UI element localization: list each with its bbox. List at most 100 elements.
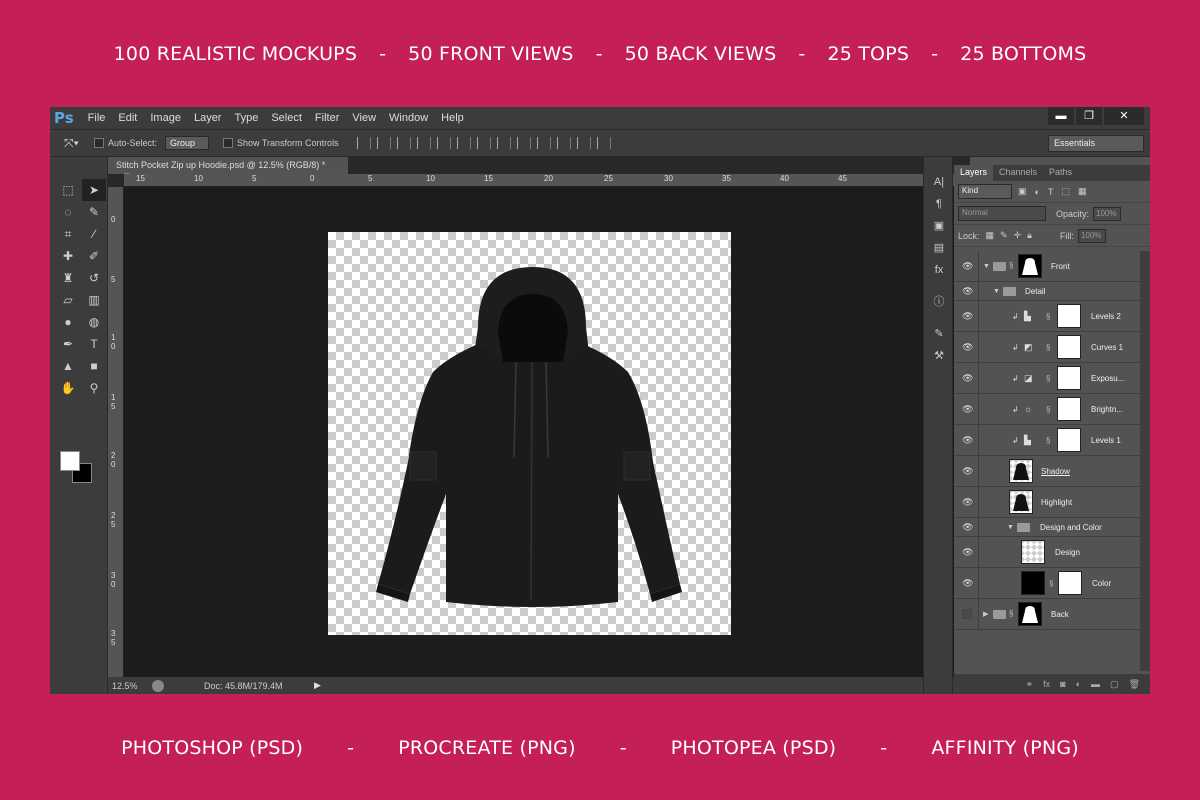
menu-layer[interactable]: Layer (194, 112, 222, 124)
layer-design[interactable]: 👁︎ Design (954, 537, 1140, 568)
align-hcenter-icon[interactable] (436, 137, 451, 149)
distribute-vcenter-icon[interactable] (496, 137, 511, 149)
zoom-level[interactable]: 12.5% (112, 681, 152, 691)
layer-group-front[interactable]: 👁︎ ▼ § Front (954, 251, 1140, 282)
visibility-eye-icon[interactable]: 👁︎ (962, 311, 973, 322)
distribute-top-icon[interactable] (476, 137, 491, 149)
move-tool-preset-icon[interactable]: ⤧▾ (64, 136, 94, 151)
blend-mode-dropdown[interactable]: Normal (958, 206, 1046, 221)
layer-levels-1[interactable]: 👁︎ ↲ ▙ § Levels 1 (954, 425, 1140, 456)
visibility-eye-icon[interactable]: 👁︎ (962, 578, 973, 589)
visibility-eye-icon[interactable]: 👁︎ (962, 522, 973, 533)
adjustments-panel-icon[interactable]: ▤ (924, 237, 954, 259)
healing-tool-icon[interactable]: ✚ (56, 245, 80, 267)
fill-input[interactable]: 100% (1077, 228, 1106, 243)
menu-window[interactable]: Window (389, 112, 428, 124)
filter-shape-icon[interactable]: ⬚ (1061, 186, 1070, 197)
fx-icon[interactable]: fx (1043, 679, 1050, 689)
lock-image-icon[interactable]: ✎ (1000, 230, 1008, 241)
layer-group-back[interactable]: ▶ § Back (954, 599, 1140, 630)
menu-file[interactable]: File (88, 112, 106, 124)
new-group-icon[interactable]: ▬ (1091, 679, 1100, 689)
visibility-eye-icon[interactable]: 👁︎ (962, 497, 973, 508)
align-left-icon[interactable] (416, 137, 431, 149)
shape-tool-icon[interactable]: ■ (82, 355, 106, 377)
paragraph-panel-icon[interactable]: ¶ (924, 193, 954, 215)
layer-brightness[interactable]: 👁︎ ↲ ☼ § Brightn... (954, 394, 1140, 425)
3d-panel-icon[interactable]: ▣ (924, 215, 954, 237)
quick-select-tool-icon[interactable]: ✎ (82, 201, 106, 223)
move-tool-icon[interactable]: ➤ (82, 179, 106, 201)
auto-align-icon[interactable] (596, 137, 611, 149)
menu-edit[interactable]: Edit (118, 112, 137, 124)
distribute-hcenter-icon[interactable] (556, 137, 571, 149)
stamp-tool-icon[interactable]: ♜ (56, 267, 80, 289)
path-select-tool-icon[interactable]: ▲ (56, 355, 80, 377)
menu-type[interactable]: Type (234, 112, 258, 124)
visibility-eye-icon[interactable]: 👁︎ (962, 373, 973, 384)
layer-exposure[interactable]: 👁︎ ↲ ◪ § Exposu... (954, 363, 1140, 394)
expand-triangle-icon[interactable]: ▼ (1007, 524, 1014, 531)
distribute-bottom-icon[interactable] (516, 137, 531, 149)
lock-transparent-icon[interactable]: ▦ (986, 230, 995, 241)
align-vcenter-icon[interactable] (376, 137, 391, 149)
add-mask-icon[interactable]: ◙ (1060, 679, 1065, 689)
tool-presets-icon[interactable]: ⚒ (924, 345, 954, 367)
gradient-tool-icon[interactable]: ▥ (82, 289, 106, 311)
layer-shadow[interactable]: 👁︎ Shadow (954, 456, 1140, 487)
layer-color[interactable]: 👁︎ § Color (954, 568, 1140, 599)
filter-type-icon[interactable]: T (1048, 187, 1054, 197)
hand-tool-icon[interactable]: ✋ (56, 377, 80, 399)
document-tab[interactable]: Stitch Pocket Zip up Hoodie.psd @ 12.5% … (108, 157, 348, 180)
distribute-right-icon[interactable] (576, 137, 591, 149)
visibility-toggle-off[interactable] (962, 609, 972, 619)
minimize-button[interactable]: ▬ (1048, 107, 1074, 125)
styles-panel-icon[interactable]: fx (924, 259, 954, 281)
pen-tool-icon[interactable]: ✒ (56, 333, 80, 355)
menu-filter[interactable]: Filter (315, 112, 339, 124)
distribute-left-icon[interactable] (536, 137, 551, 149)
lock-all-icon[interactable]: 🔒︎ (1027, 230, 1032, 241)
visibility-eye-icon[interactable]: 👁︎ (962, 404, 973, 415)
align-top-icon[interactable] (356, 137, 371, 149)
layer-levels-2[interactable]: 👁︎ ↲ ▙ § Levels 2 (954, 301, 1140, 332)
layers-scrollbar[interactable] (1140, 251, 1150, 671)
auto-select-dropdown[interactable]: Group (165, 136, 210, 150)
visibility-eye-icon[interactable]: 👁︎ (962, 286, 973, 297)
filter-adjustment-icon[interactable]: ◐ (1035, 187, 1040, 197)
crop-tool-icon[interactable]: ⌗ (56, 223, 80, 245)
new-adjustment-icon[interactable]: ◐ (1076, 679, 1081, 689)
info-panel-icon[interactable]: ⓘ (924, 291, 954, 313)
tab-layers[interactable]: Layers (954, 165, 994, 181)
layer-highlight[interactable]: 👁︎ Highlight (954, 487, 1140, 518)
visibility-eye-icon[interactable]: 👁︎ (962, 547, 973, 558)
eyedropper-tool-icon[interactable]: ⁄ (82, 223, 106, 245)
visibility-eye-icon[interactable]: 👁︎ (962, 261, 973, 272)
collapse-triangle-icon[interactable]: ▶ (983, 610, 988, 618)
link-layers-icon[interactable]: ⚭ (1026, 679, 1034, 690)
foreground-color-swatch[interactable] (60, 451, 80, 471)
status-info-icon[interactable] (152, 679, 164, 692)
expand-triangle-icon[interactable]: ▼ (983, 263, 990, 270)
kind-filter-dropdown[interactable]: Kind (958, 184, 1012, 199)
layer-group-detail[interactable]: 👁︎ ▼ Detail (954, 282, 1140, 301)
artboard-transparent[interactable] (328, 232, 731, 635)
show-transform-checkbox[interactable] (223, 138, 234, 148)
status-menu-arrow-icon[interactable]: ▶ (314, 680, 321, 691)
filter-pixel-icon[interactable]: ▣ (1018, 186, 1027, 197)
filter-smart-object-icon[interactable]: ▦ (1078, 186, 1087, 197)
brushes-panel-icon[interactable]: ✎ (924, 323, 954, 345)
close-button[interactable]: ✕ (1104, 107, 1144, 125)
menu-select[interactable]: Select (271, 112, 302, 124)
character-panel-icon[interactable]: A| (924, 171, 954, 193)
visibility-eye-icon[interactable]: 👁︎ (962, 466, 973, 477)
tab-channels[interactable]: Channels (993, 165, 1043, 181)
menu-view[interactable]: View (352, 112, 376, 124)
tab-paths[interactable]: Paths (1043, 165, 1078, 181)
menu-image[interactable]: Image (150, 112, 181, 124)
trash-icon[interactable]: 🗑︎ (1129, 679, 1140, 690)
opacity-input[interactable]: 100% (1093, 206, 1122, 221)
visibility-eye-icon[interactable]: 👁︎ (962, 342, 973, 353)
restore-button[interactable]: ❐ (1076, 107, 1102, 125)
align-right-icon[interactable] (456, 137, 471, 149)
